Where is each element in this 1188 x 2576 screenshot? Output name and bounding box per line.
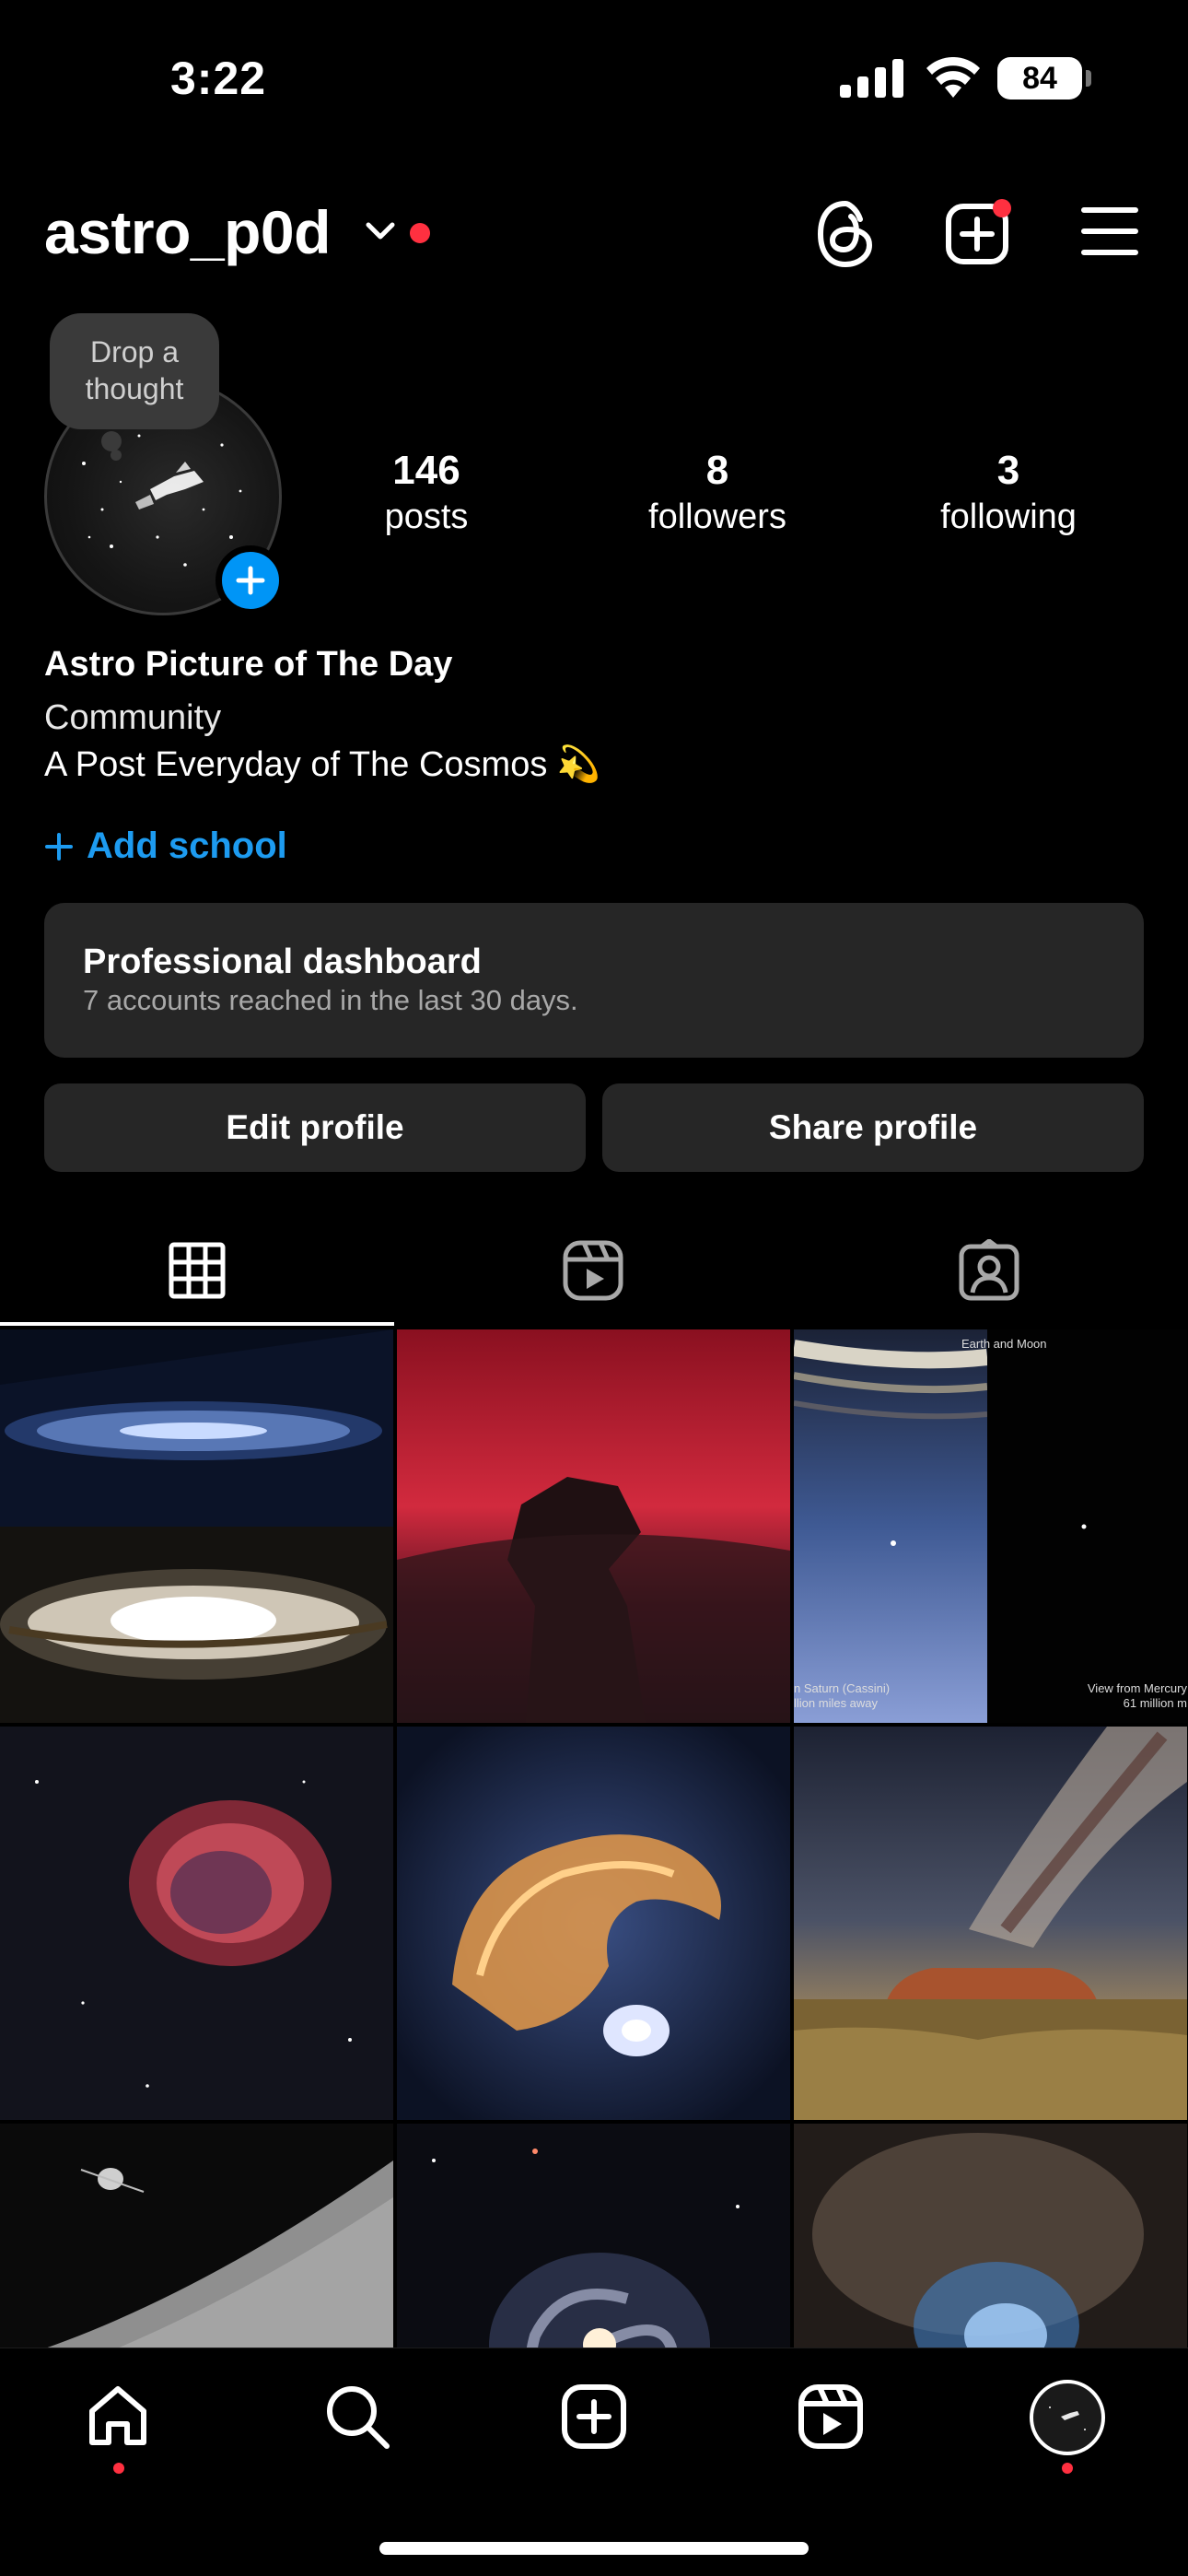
spiral-galaxy-image xyxy=(397,2124,790,2348)
dashboard-subtitle: 7 accounts reached in the last 30 days. xyxy=(83,984,578,1016)
post-thumbnail-iris-nebula[interactable] xyxy=(794,2124,1187,2348)
plus-icon xyxy=(45,832,73,861)
moon-and-saturn-image xyxy=(0,2124,393,2348)
bubble-tail-small xyxy=(111,450,122,461)
caption-mercury: View from Mercury 61 million m xyxy=(1087,1681,1187,1710)
tagged-person-icon xyxy=(959,1239,1019,1301)
cellular-signal-icon xyxy=(840,59,903,98)
create-post-icon[interactable] xyxy=(945,199,1011,265)
category-label: Community xyxy=(44,698,222,737)
post-thumbnail-uluru-milky-way[interactable] xyxy=(794,1727,1187,2120)
home-icon[interactable] xyxy=(85,2383,151,2450)
following-label: following xyxy=(940,498,1077,536)
followers-count: 8 xyxy=(705,448,729,493)
bottom-navigation xyxy=(0,2348,1188,2576)
username-switcher[interactable]: astro_p0d xyxy=(44,197,331,267)
galaxy-image xyxy=(0,1329,393,1723)
bubble-tail xyxy=(101,431,122,451)
note-bubble[interactable]: Drop a thought xyxy=(50,313,219,461)
display-name: Astro Picture of The Day xyxy=(44,645,453,684)
plus-icon xyxy=(236,566,265,595)
status-bar: 3:22 84 xyxy=(0,0,1188,157)
posts-count: 146 xyxy=(392,448,460,493)
share-profile-button[interactable]: Share profile xyxy=(602,1083,1144,1172)
dusty-nebula-image xyxy=(794,2124,1187,2348)
tab-tagged[interactable] xyxy=(792,1216,1186,1325)
avatar-galaxy-image xyxy=(1049,2406,1086,2430)
followers-stat[interactable]: 8 followers xyxy=(607,446,828,538)
grid-icon xyxy=(169,1242,226,1299)
battery-indicator: 84 xyxy=(997,57,1091,100)
post-thumbnail-penguin-galaxies[interactable] xyxy=(397,1727,790,2120)
chevron-down-icon[interactable] xyxy=(365,221,396,241)
wifi-icon xyxy=(926,57,980,98)
horsehead-nebula-image xyxy=(397,1329,790,1723)
milky-way-landscape-image xyxy=(794,1727,1187,2120)
tab-posts-grid[interactable] xyxy=(0,1216,394,1325)
add-school-label: Add school xyxy=(87,825,287,866)
status-time: 3:22 xyxy=(170,53,267,104)
threads-icon[interactable] xyxy=(814,199,879,269)
post-thumbnail-horsehead-nebula[interactable] xyxy=(397,1329,790,1723)
following-count: 3 xyxy=(996,448,1020,493)
edit-profile-button[interactable]: Edit profile xyxy=(44,1083,586,1172)
caption-saturn: n Saturn (Cassini) llion miles away xyxy=(794,1681,891,1710)
post-thumbnail-moon-saturn[interactable] xyxy=(0,2124,393,2348)
search-icon[interactable] xyxy=(324,2383,390,2450)
active-tab-indicator xyxy=(0,1322,394,1326)
dashboard-title: Professional dashboard xyxy=(83,943,482,981)
profile-header: astro_p0d xyxy=(0,184,1188,286)
note-bubble-text: Drop a thought xyxy=(85,335,184,405)
home-indicator xyxy=(379,2542,809,2555)
followers-label: followers xyxy=(648,498,786,536)
posts-stat[interactable]: 146 posts xyxy=(316,446,537,538)
home-notification-dot xyxy=(113,2463,124,2474)
profile-notification-dot xyxy=(1062,2463,1073,2474)
nebula-image xyxy=(0,1727,393,2120)
professional-dashboard-card[interactable]: Professional dashboard 7 accounts reache… xyxy=(44,903,1144,1058)
bio-text: A Post Everyday of The Cosmos 💫 xyxy=(44,744,600,785)
bio-line: A Post Everyday of The Cosmos xyxy=(44,745,548,784)
add-school-link[interactable]: Add school xyxy=(44,825,287,867)
post-thumbnail-earth-and-moon[interactable]: Earth and Moon n Saturn (Cassini) llion … xyxy=(794,1329,1187,1723)
saturn-rings-image xyxy=(794,1329,1187,1723)
reels-icon[interactable] xyxy=(798,2383,864,2450)
posts-label: posts xyxy=(384,498,469,536)
post-thumbnail-galaxies[interactable] xyxy=(0,1329,393,1723)
caption-earth-and-moon: Earth and Moon xyxy=(961,1337,1047,1351)
post-thumbnail-spiral-galaxy[interactable] xyxy=(397,2124,790,2348)
post-thumbnail-dumbbell-nebula[interactable] xyxy=(0,1727,393,2120)
interacting-galaxies-image xyxy=(397,1727,790,2120)
notification-dot xyxy=(410,223,430,243)
menu-icon[interactable] xyxy=(1081,206,1138,256)
create-icon[interactable] xyxy=(561,2383,627,2450)
add-story-button[interactable] xyxy=(215,545,285,615)
following-stat[interactable]: 3 following xyxy=(898,446,1119,538)
dizzy-emoji: 💫 xyxy=(556,745,601,784)
posts-grid: Earth and Moon n Saturn (Cassini) llion … xyxy=(0,1329,1188,2348)
tab-reels[interactable] xyxy=(396,1216,790,1325)
profile-tab-avatar[interactable] xyxy=(1030,2380,1105,2455)
reels-icon xyxy=(563,1240,623,1301)
